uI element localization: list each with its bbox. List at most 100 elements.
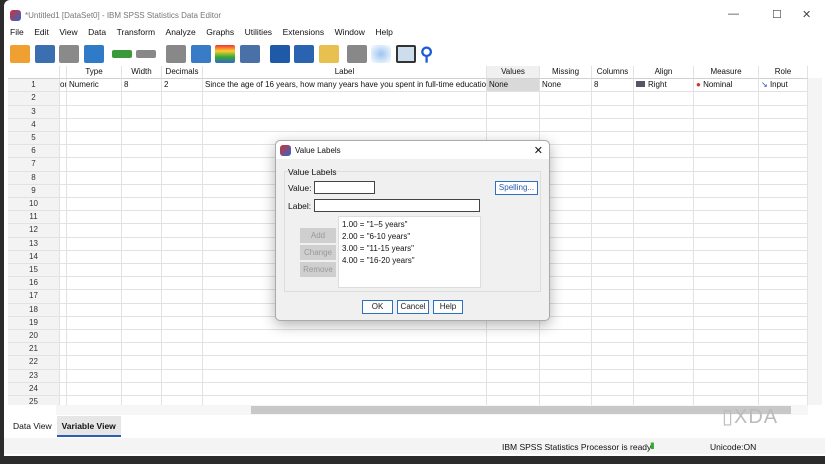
grid-cell[interactable] <box>67 396 122 405</box>
grid-cell[interactable] <box>592 211 634 225</box>
grid-cell[interactable] <box>694 158 759 172</box>
grid-cell[interactable] <box>694 132 759 146</box>
grid-cell[interactable] <box>487 343 540 357</box>
grid-cell[interactable] <box>634 316 694 330</box>
header-measure[interactable]: Measure <box>694 66 759 80</box>
menu-window[interactable]: Window <box>335 27 365 37</box>
grid-cell[interactable] <box>122 105 162 119</box>
cell-label[interactable]: Since the age of 16 years, how many year… <box>203 79 487 93</box>
goto-case-icon[interactable] <box>166 45 186 63</box>
grid-cell[interactable] <box>694 356 759 370</box>
grid-cell[interactable] <box>60 343 67 357</box>
grid-cell[interactable] <box>60 316 67 330</box>
grid-cell[interactable] <box>162 369 203 383</box>
grid-cell[interactable] <box>634 145 694 159</box>
cancel-button[interactable]: Cancel <box>397 300 429 314</box>
goto-variable-icon[interactable] <box>190 45 211 63</box>
grid-cell[interactable] <box>60 237 67 251</box>
row-number[interactable]: 1 <box>8 79 60 93</box>
grid-cell[interactable] <box>203 369 487 383</box>
grid-cell[interactable] <box>694 198 759 212</box>
grid-cell[interactable] <box>592 382 634 396</box>
grid-cell[interactable] <box>634 92 694 106</box>
grid-cell[interactable] <box>122 264 162 278</box>
value-labels-list[interactable]: 1.00 = "1–5 years" 2.00 = "6-10 years" 3… <box>338 216 481 288</box>
grid-cell[interactable] <box>759 290 808 304</box>
cell-type[interactable]: Numeric <box>67 79 122 93</box>
grid-cell[interactable] <box>694 316 759 330</box>
dialog-close-button[interactable]: ✕ <box>534 144 543 157</box>
grid-cell[interactable] <box>592 369 634 383</box>
cell-values[interactable]: None <box>487 79 540 93</box>
grid-cell[interactable] <box>634 132 694 146</box>
grid-cell[interactable] <box>759 382 808 396</box>
grid-cell[interactable] <box>592 303 634 317</box>
grid-cell[interactable] <box>162 250 203 264</box>
grid-cell[interactable] <box>694 343 759 357</box>
grid-cell[interactable] <box>60 198 67 212</box>
row-number[interactable]: 18 <box>8 303 60 317</box>
grid-cell[interactable] <box>122 118 162 132</box>
grid-cell[interactable] <box>487 92 540 106</box>
grid-cell[interactable] <box>162 198 203 212</box>
grid-cell[interactable] <box>122 224 162 238</box>
menu-graphs[interactable]: Graphs <box>206 27 234 37</box>
grid-cell[interactable] <box>592 264 634 278</box>
grid-cell[interactable] <box>122 356 162 370</box>
grid-cell[interactable] <box>122 250 162 264</box>
search-icon[interactable]: ⚲ <box>420 45 440 63</box>
grid-cell[interactable] <box>592 250 634 264</box>
maximize-button[interactable]: ☐ <box>772 8 782 21</box>
grid-cell[interactable] <box>592 356 634 370</box>
variables-icon[interactable] <box>215 45 235 63</box>
grid-cell[interactable] <box>592 198 634 212</box>
grid-cell[interactable] <box>67 382 122 396</box>
header-label[interactable]: Label <box>203 66 487 80</box>
add-button[interactable]: Add <box>300 228 336 243</box>
grid-cell[interactable] <box>759 158 808 172</box>
grid-cell[interactable] <box>162 211 203 225</box>
list-item[interactable]: 1.00 = "1–5 years" <box>342 219 477 231</box>
run-descriptives-icon[interactable] <box>239 45 260 63</box>
grid-cell[interactable] <box>60 105 67 119</box>
grid-cell[interactable] <box>60 118 67 132</box>
grid-cell[interactable] <box>162 382 203 396</box>
cell-name[interactable]: on <box>60 79 67 93</box>
grid-cell[interactable] <box>122 343 162 357</box>
list-item[interactable]: 4.00 = "16-20 years" <box>342 255 477 267</box>
grid-cell[interactable] <box>759 184 808 198</box>
grid-cell[interactable] <box>634 356 694 370</box>
grid-cell[interactable] <box>592 343 634 357</box>
menu-view[interactable]: View <box>59 27 77 37</box>
grid-cell[interactable] <box>592 277 634 291</box>
row-number[interactable]: 24 <box>8 382 60 396</box>
grid-cell[interactable] <box>67 145 122 159</box>
row-number[interactable]: 11 <box>8 211 60 225</box>
grid-cell[interactable] <box>759 224 808 238</box>
grid-cell[interactable] <box>634 396 694 405</box>
grid-cell[interactable] <box>592 132 634 146</box>
grid-cell[interactable] <box>592 92 634 106</box>
grid-cell[interactable] <box>694 250 759 264</box>
save-icon[interactable] <box>34 45 55 63</box>
grid-cell[interactable] <box>592 184 634 198</box>
help-button[interactable]: Help <box>433 300 463 314</box>
grid-cell[interactable] <box>694 211 759 225</box>
grid-cell[interactable] <box>634 343 694 357</box>
grid-cell[interactable] <box>759 330 808 344</box>
grid-cell[interactable] <box>122 290 162 304</box>
select-cases-icon[interactable] <box>371 45 391 63</box>
grid-cell[interactable] <box>694 224 759 238</box>
grid-cell[interactable] <box>203 343 487 357</box>
grid-cell[interactable] <box>67 356 122 370</box>
cell-width[interactable]: 8 <box>122 79 162 93</box>
grid-cell[interactable] <box>162 316 203 330</box>
grid-cell[interactable] <box>60 330 67 344</box>
open-icon[interactable] <box>10 45 30 63</box>
grid-cell[interactable] <box>122 330 162 344</box>
grid-cell[interactable] <box>60 277 67 291</box>
row-number[interactable]: 13 <box>8 237 60 251</box>
grid-cell[interactable] <box>162 158 203 172</box>
row-number[interactable]: 12 <box>8 224 60 238</box>
grid-cell[interactable] <box>60 396 67 405</box>
